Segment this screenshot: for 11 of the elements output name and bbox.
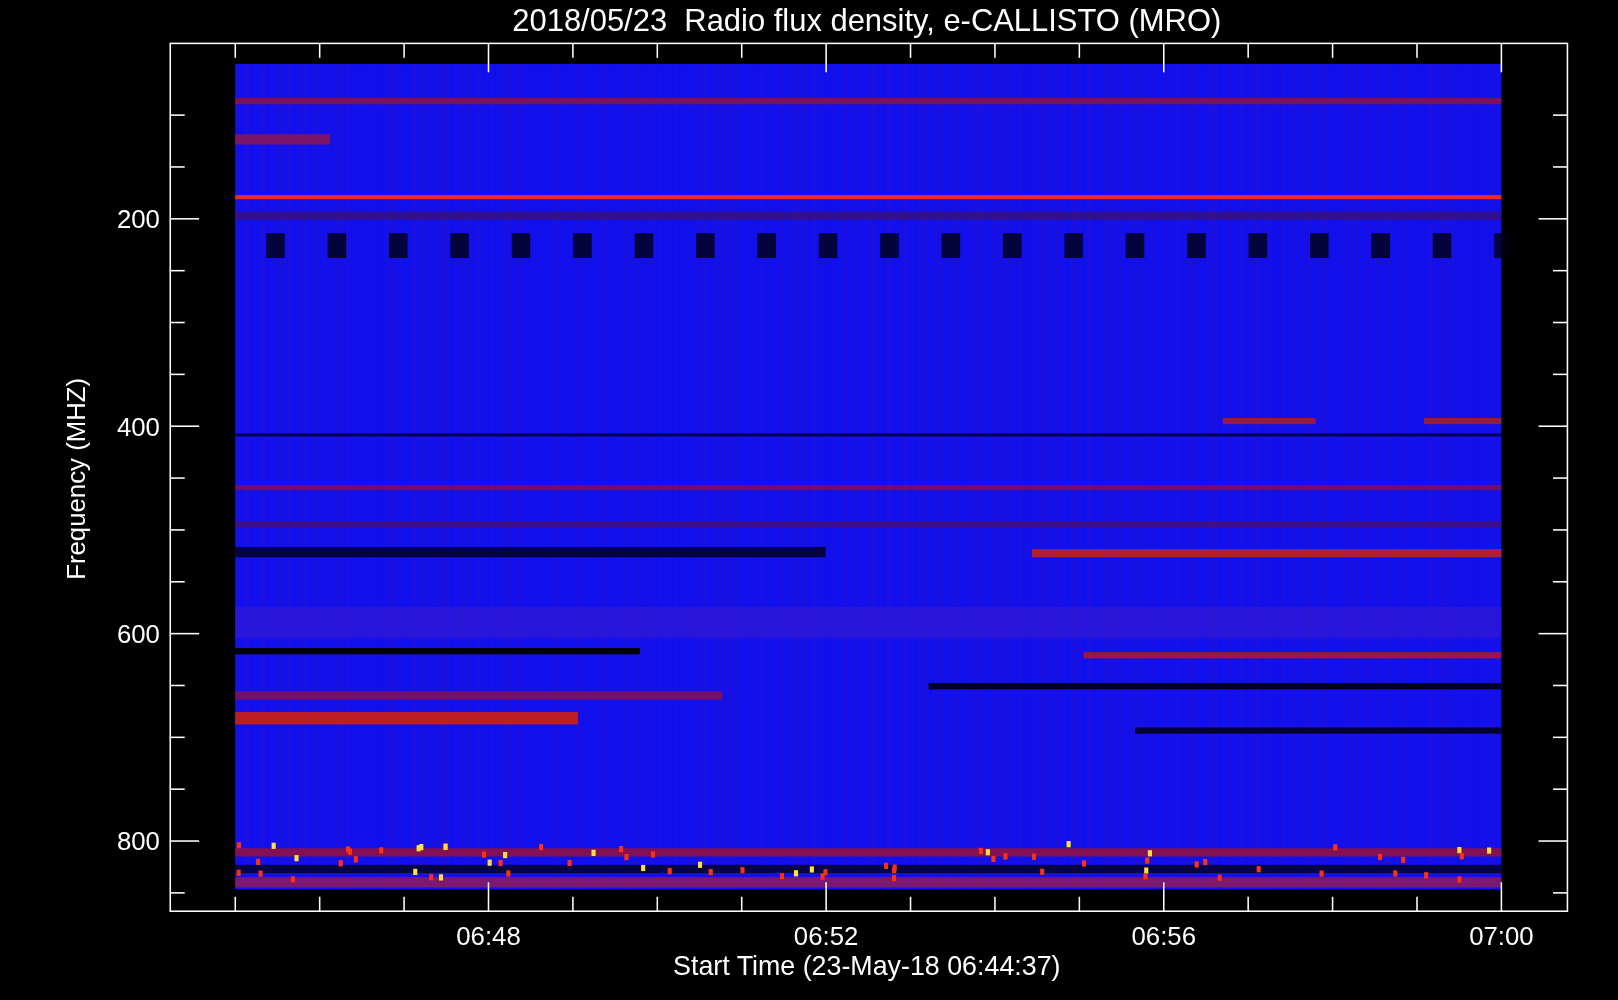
x-axis-label: Start Time (23-May-18 06:44:37) <box>673 951 1061 982</box>
y-tick-label: 800 <box>116 827 160 856</box>
x-tick-label: 07:00 <box>1469 922 1534 951</box>
y-axis-label: Frequency (MHZ) <box>61 377 90 580</box>
x-tick-label: 06:52 <box>793 922 859 951</box>
x-tick-label: 06:56 <box>1131 922 1197 951</box>
y-tick-label: 400 <box>116 412 160 441</box>
y-tick-label: 200 <box>116 205 160 234</box>
y-tick-label: 600 <box>116 619 160 648</box>
plot-title: 2018/05/23 Radio flux density, e-CALLISTO (MRO) <box>512 3 1222 38</box>
x-tick-label: 06:48 <box>456 922 521 951</box>
